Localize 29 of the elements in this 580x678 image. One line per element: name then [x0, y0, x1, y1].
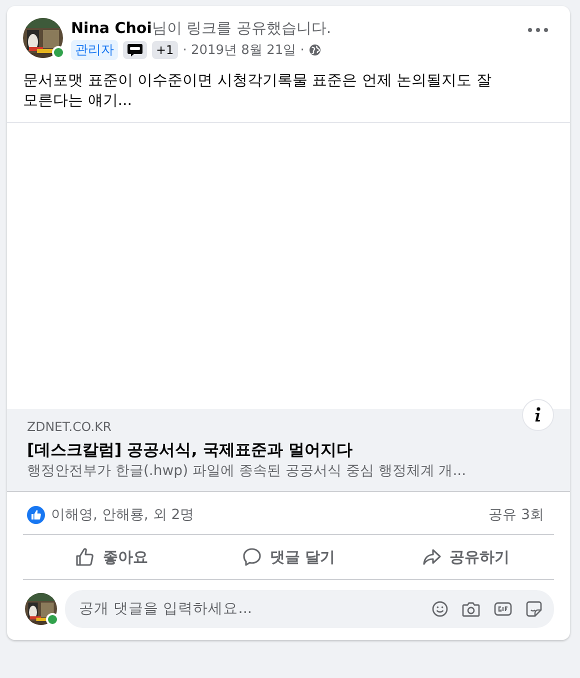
- info-icon: [534, 407, 542, 423]
- comment-box[interactable]: 공개 댓글을 입력하세요...: [65, 590, 554, 628]
- smiley-icon[interactable]: [432, 601, 448, 617]
- chat-badge-icon: [123, 41, 147, 59]
- share-count[interactable]: 공유 3회: [488, 506, 544, 524]
- speech-bubble-icon: [242, 547, 262, 567]
- share-button[interactable]: 공유하기: [377, 539, 554, 575]
- comment-button[interactable]: 댓글 달기: [200, 539, 377, 575]
- reaction-names[interactable]: 이해영, 안해룡, 외 2명: [51, 506, 194, 524]
- admin-badge: 관리자: [71, 40, 118, 60]
- link-domain: ZDNET.CO.KR: [27, 419, 112, 435]
- post-text: 문서포맷 표준이 이수준이면 시청각기록물 표준은 언제 논의될지도 잘 모른다는 얘기...: [23, 70, 492, 110]
- comment-input-field[interactable]: 공개 댓글을 입력하세요...: [77, 600, 432, 618]
- link-title[interactable]: [데스크칼럼] 공공서식, 국제표준과 멀어지다: [27, 439, 554, 461]
- like-button[interactable]: 좋아요: [23, 539, 200, 575]
- link-description: 행정안전부가 한글(.hwp) 파일에 종속된 공공서식 중심 행정체계 개...: [27, 462, 468, 481]
- camera-icon[interactable]: [462, 601, 480, 617]
- gif-icon[interactable]: [494, 601, 512, 617]
- thumbs-up-icon: [75, 547, 95, 567]
- share-arrow-icon: [422, 547, 442, 567]
- like-reaction-icon: [27, 506, 45, 524]
- globe-icon: [309, 44, 322, 56]
- link-preview-panel[interactable]: ZDNET.CO.KR [데스크칼럼] 공공서식, 국제표준과 멀어지다 행정안전부가 한글(.hwp) 파일에 종속된 공공서식 중심 행정체계 개...: [7, 409, 570, 492]
- post-date[interactable]: · 2019년 8월 21일 ·: [182, 41, 304, 59]
- extra-badge-count: +1: [152, 41, 178, 59]
- more-icon: [528, 28, 548, 32]
- author-link[interactable]: Nina Choi: [71, 19, 152, 37]
- share-action-text: 님이 링크를 공유했습니다.: [152, 19, 332, 37]
- sticker-icon[interactable]: [526, 601, 542, 617]
